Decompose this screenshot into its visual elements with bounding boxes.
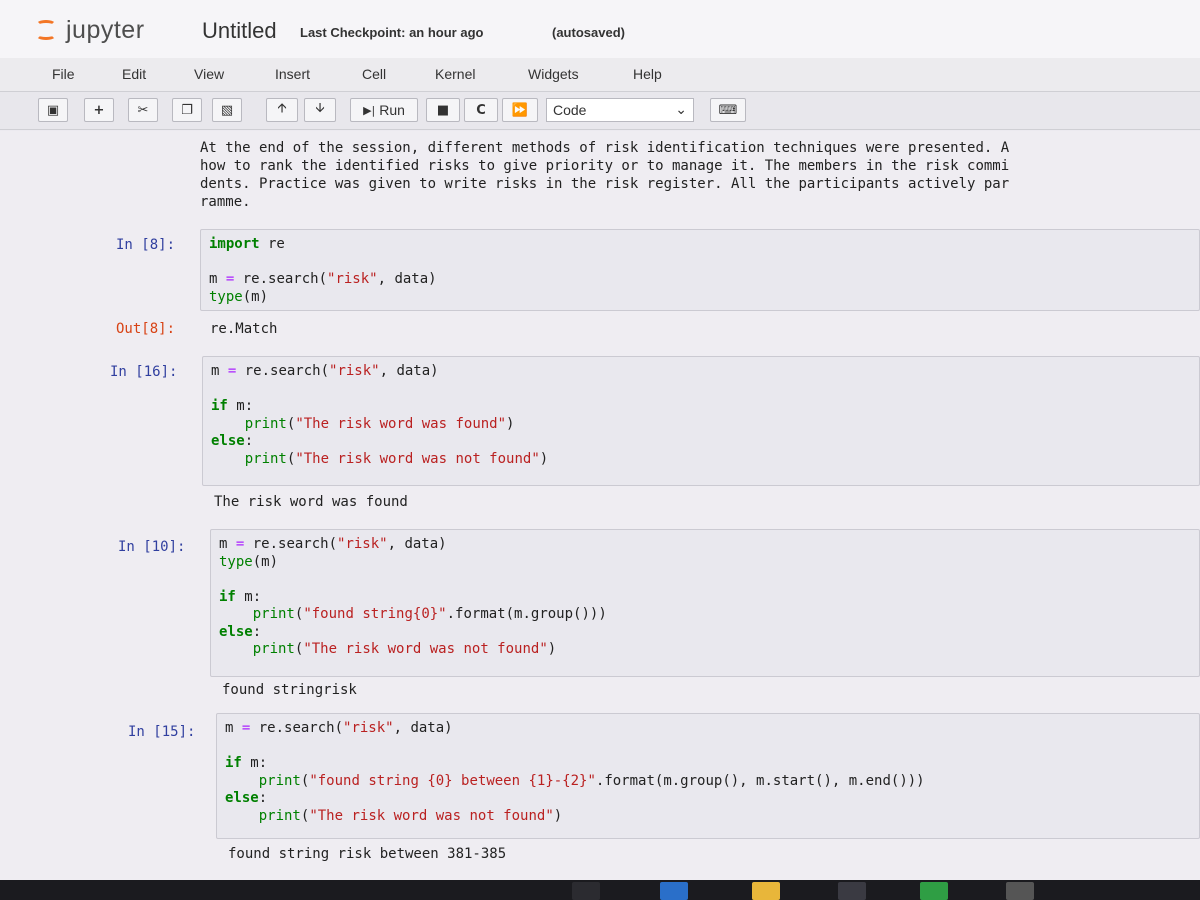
move-down-button[interactable]: 🡫 bbox=[304, 98, 336, 122]
step-forward-icon: ▶| bbox=[363, 103, 376, 117]
cell-2-output: The risk word was found bbox=[214, 494, 408, 510]
restart-icon: C bbox=[476, 102, 486, 118]
cell-1-in-prompt: In [8]: bbox=[116, 237, 176, 253]
insert-cell-button[interactable]: + bbox=[84, 98, 114, 122]
autosave-status: (autosaved) bbox=[552, 25, 625, 40]
logo-text: jupyter bbox=[66, 16, 145, 44]
cell-1-out-prompt: Out[8]: bbox=[116, 321, 176, 337]
stop-icon: ■ bbox=[436, 102, 450, 118]
scissors-icon: ✂ bbox=[137, 102, 149, 118]
jupyter-logo[interactable]: jupyter bbox=[34, 16, 145, 45]
menu-cell[interactable]: Cell bbox=[362, 66, 386, 82]
paste-icon: ▧ bbox=[220, 102, 234, 118]
move-up-button[interactable]: 🡩 bbox=[266, 98, 298, 122]
command-palette-button[interactable]: ⌨ bbox=[710, 98, 746, 122]
menu-widgets[interactable]: Widgets bbox=[528, 66, 579, 82]
browser-icon[interactable] bbox=[660, 882, 688, 900]
menubar: File Edit View Insert Cell Kernel Widget… bbox=[0, 58, 1200, 92]
chevron-down-icon: ⌄ bbox=[675, 101, 687, 117]
menu-view[interactable]: View bbox=[194, 66, 224, 82]
store-icon[interactable] bbox=[838, 882, 866, 900]
code-area: m = re.search("risk", data) type(m) if m… bbox=[219, 536, 607, 657]
cell-3-input[interactable]: m = re.search("risk", data) type(m) if m… bbox=[210, 529, 1200, 677]
cell-3-in-prompt: In [10]: bbox=[118, 539, 186, 555]
save-icon: ▣ bbox=[46, 102, 60, 118]
save-button[interactable]: ▣ bbox=[38, 98, 68, 122]
paste-button[interactable]: ▧ bbox=[212, 98, 242, 122]
code-area: m = re.search("risk", data) if m: print(… bbox=[225, 720, 925, 824]
cell-3-output: found stringrisk bbox=[222, 682, 357, 698]
markdown-line: dents. Practice was given to write risks… bbox=[200, 176, 1010, 192]
menu-file[interactable]: File bbox=[52, 66, 75, 82]
cell-type-value: Code bbox=[553, 102, 587, 118]
terminal-icon[interactable] bbox=[1006, 882, 1034, 900]
cell-2-in-prompt: In [16]: bbox=[110, 364, 178, 380]
task-view-icon[interactable] bbox=[572, 882, 600, 900]
code-area: m = re.search("risk", data) if m: print(… bbox=[211, 363, 549, 467]
copy-button[interactable]: ❐ bbox=[172, 98, 202, 122]
interrupt-button[interactable]: ■ bbox=[426, 98, 460, 122]
plus-icon: + bbox=[93, 102, 105, 118]
keyboard-icon: ⌨ bbox=[718, 102, 738, 118]
menu-help[interactable]: Help bbox=[633, 66, 662, 82]
notebook-title[interactable]: Untitled bbox=[202, 18, 277, 44]
notebook-container: At the end of the session, different met… bbox=[0, 131, 1200, 880]
run-label: Run bbox=[379, 102, 405, 118]
markdown-line: ramme. bbox=[200, 194, 251, 210]
cell-4-in-prompt: In [15]: bbox=[128, 724, 196, 740]
arrow-down-icon: 🡫 bbox=[315, 101, 325, 116]
restart-button[interactable]: C bbox=[464, 98, 498, 122]
folder-icon[interactable] bbox=[752, 882, 780, 900]
copy-icon: ❐ bbox=[181, 102, 193, 118]
app-icon[interactable] bbox=[920, 882, 948, 900]
code-area: import re m = re.search("risk", data) ty… bbox=[209, 236, 437, 305]
cut-button[interactable]: ✂ bbox=[128, 98, 158, 122]
os-taskbar bbox=[0, 880, 1200, 900]
arrow-up-icon: 🡩 bbox=[277, 101, 287, 116]
cell-4-input[interactable]: m = re.search("risk", data) if m: print(… bbox=[216, 713, 1200, 839]
notebook-header: jupyter Untitled Last Checkpoint: an hou… bbox=[0, 0, 1200, 58]
markdown-line: At the end of the session, different met… bbox=[200, 140, 1010, 156]
menu-edit[interactable]: Edit bbox=[122, 66, 146, 82]
menu-kernel[interactable]: Kernel bbox=[435, 66, 475, 82]
cell-2-input[interactable]: m = re.search("risk", data) if m: print(… bbox=[202, 356, 1200, 486]
jupyter-logo-icon bbox=[34, 19, 60, 42]
markdown-line: how to rank the identified risks to give… bbox=[200, 158, 1010, 174]
cell-type-select[interactable]: Code ⌄ bbox=[546, 98, 694, 122]
checkpoint-status: Last Checkpoint: an hour ago bbox=[300, 25, 484, 40]
fast-forward-icon: ⏩ bbox=[511, 102, 529, 118]
menu-insert[interactable]: Insert bbox=[275, 66, 310, 82]
restart-run-all-button[interactable]: ⏩ bbox=[502, 98, 538, 122]
run-button[interactable]: ▶| Run bbox=[350, 98, 418, 122]
toolbar: ▣ + ✂ ❐ ▧ 🡩 🡫 ▶| Run ■ C ⏩ Code ⌄ ⌨ bbox=[0, 92, 1200, 130]
cell-1-output: re.Match bbox=[210, 321, 278, 337]
cell-4-output: found string risk between 381-385 bbox=[228, 846, 507, 862]
cell-1-input[interactable]: import re m = re.search("risk", data) ty… bbox=[200, 229, 1200, 311]
markdown-cell[interactable]: At the end of the session, different met… bbox=[200, 139, 1200, 211]
